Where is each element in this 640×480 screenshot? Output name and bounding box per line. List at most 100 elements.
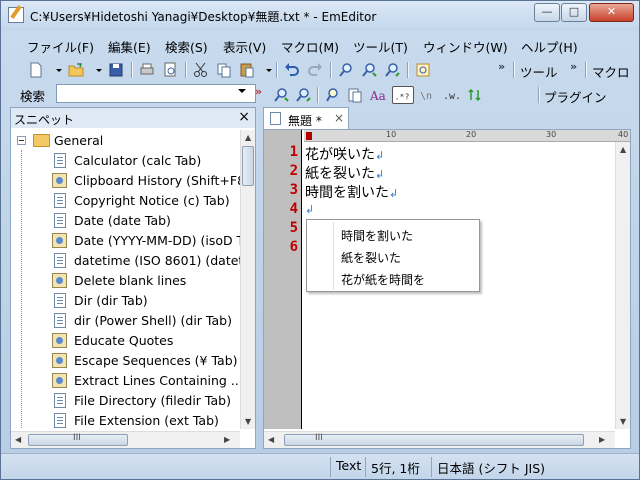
snippet-item[interactable]: datetime (ISO 8601) (datet bbox=[11, 251, 240, 271]
snippet-item[interactable]: File Extension (ext Tab) bbox=[11, 411, 240, 429]
macro-icon bbox=[52, 173, 67, 188]
find-next-icon[interactable] bbox=[360, 61, 378, 79]
snippet-item[interactable]: Delete blank lines bbox=[11, 271, 240, 291]
line-number-gutter: 1 2 3 4 5 6 bbox=[264, 130, 301, 429]
panel-vscroll-thumb[interactable] bbox=[242, 146, 254, 186]
panel-vertical-scrollbar[interactable]: ▲ ▼ bbox=[240, 130, 255, 429]
minimize-button[interactable]: — bbox=[534, 3, 560, 22]
line-text: 花が咲いた bbox=[305, 147, 375, 163]
paste-icon[interactable] bbox=[238, 61, 256, 79]
status-encoding[interactable]: 日本語 (シフト JIS) bbox=[432, 458, 550, 476]
snippet-item[interactable]: Date (date Tab) bbox=[11, 211, 240, 231]
snippet-item[interactable]: Dir (dir Tab) bbox=[11, 291, 240, 311]
menu-search[interactable]: 検索(S) bbox=[165, 37, 208, 56]
cut-icon[interactable] bbox=[192, 61, 210, 79]
scroll-down-icon[interactable]: ▼ bbox=[620, 417, 626, 426]
toolbar-overflow-icon[interactable]: » bbox=[498, 60, 505, 73]
search-input[interactable] bbox=[56, 84, 256, 103]
find-in-files-icon[interactable] bbox=[414, 61, 432, 79]
collapse-toggle-icon[interactable] bbox=[17, 136, 26, 145]
maximize-button[interactable]: □ bbox=[561, 3, 587, 22]
editor-horizontal-scrollbar[interactable]: ◀ III ▶ bbox=[264, 431, 615, 448]
open-folder-icon[interactable] bbox=[67, 61, 85, 79]
eol-mark-icon: ↲ bbox=[375, 168, 385, 181]
new-dropdown-icon[interactable] bbox=[50, 61, 62, 79]
status-mode[interactable]: Text bbox=[331, 458, 366, 476]
find-prev-icon[interactable] bbox=[383, 61, 401, 79]
find-icon[interactable] bbox=[337, 61, 355, 79]
scroll-left-icon[interactable]: ◀ bbox=[15, 435, 21, 444]
snippet-item[interactable]: Clipboard History (Shift+F8) bbox=[11, 171, 240, 191]
scroll-down-icon[interactable]: ▼ bbox=[245, 417, 251, 426]
menu-window[interactable]: ウィンドウ(W) bbox=[423, 37, 508, 56]
close-button[interactable]: ✕ bbox=[589, 3, 634, 22]
menu-edit[interactable]: 編集(E) bbox=[108, 37, 151, 56]
snippet-item[interactable]: dir (Power Shell) (dir Tab) bbox=[11, 311, 240, 331]
menu-tools[interactable]: ツール(T) bbox=[353, 37, 408, 56]
highlight-icon[interactable] bbox=[324, 86, 342, 104]
scroll-right-icon[interactable]: ▶ bbox=[599, 435, 605, 444]
snippet-item[interactable]: Educate Quotes bbox=[11, 331, 240, 351]
undo-icon[interactable] bbox=[283, 61, 301, 79]
search-next-icon[interactable] bbox=[272, 86, 290, 104]
snippet-item[interactable]: Date (YYYY-MM-DD) (isoD T bbox=[11, 231, 240, 251]
open-dropdown-icon[interactable] bbox=[90, 61, 102, 79]
tools-overflow-icon[interactable]: » bbox=[570, 60, 577, 73]
search-prev-icon[interactable] bbox=[294, 86, 312, 104]
search-swap-icon[interactable] bbox=[466, 86, 484, 104]
redo-icon[interactable] bbox=[306, 61, 324, 79]
snippet-item[interactable]: Extract Lines Containing ... bbox=[11, 371, 240, 391]
paste-dropdown-icon[interactable] bbox=[260, 61, 272, 79]
editor-hscroll-thumb[interactable]: III bbox=[284, 433, 584, 446]
search-dropdown-icon[interactable] bbox=[238, 89, 246, 93]
tab-close-icon[interactable]: × bbox=[334, 111, 344, 125]
folder-icon bbox=[33, 134, 50, 147]
snippet-item[interactable]: Calculator (calc Tab) bbox=[11, 151, 240, 171]
search-overflow-icon[interactable]: » bbox=[255, 85, 262, 98]
scroll-right-icon[interactable]: ▶ bbox=[224, 435, 230, 444]
editor-vertical-scrollbar[interactable]: ▲ ▼ bbox=[615, 142, 630, 429]
match-case-icon[interactable]: Aa bbox=[368, 86, 386, 104]
macro-icon bbox=[52, 273, 67, 288]
snippet-label: File Extension (ext Tab) bbox=[74, 413, 219, 428]
document-tab[interactable]: 無題 * × bbox=[263, 107, 349, 129]
scroll-up-icon[interactable]: ▲ bbox=[620, 145, 626, 154]
title-bar: C:¥Users¥Hidetoshi Yanagi¥Desktop¥無題.txt… bbox=[1, 1, 639, 31]
menu-help[interactable]: ヘルプ(H) bbox=[521, 37, 578, 56]
completion-item[interactable]: 紙を裂いた bbox=[341, 249, 401, 266]
new-file-icon[interactable] bbox=[27, 61, 45, 79]
copy-icon[interactable] bbox=[215, 61, 233, 79]
ruler-label: 10 bbox=[386, 130, 397, 139]
macro-icon bbox=[52, 353, 67, 368]
tree-folder-general[interactable]: General bbox=[11, 131, 240, 151]
svg-text:Aa: Aa bbox=[369, 89, 386, 103]
snippet-item[interactable]: File Directory (filedir Tab) bbox=[11, 391, 240, 411]
print-preview-icon[interactable] bbox=[161, 61, 179, 79]
tools-toolbar-label[interactable]: ツール bbox=[520, 62, 558, 81]
snippet-item[interactable]: Escape Sequences (¥ Tab) bbox=[11, 351, 240, 371]
scroll-up-icon[interactable]: ▲ bbox=[245, 133, 251, 142]
ruler-label: 20 bbox=[466, 130, 477, 139]
search-docs-icon[interactable] bbox=[346, 86, 364, 104]
document-icon bbox=[54, 413, 66, 428]
save-icon[interactable] bbox=[107, 61, 125, 79]
plugins-toolbar-label[interactable]: プラグイン bbox=[544, 87, 607, 106]
panel-horizontal-scrollbar[interactable]: ◀ III ▶ bbox=[11, 431, 240, 448]
completion-item[interactable]: 花が紙を時間を bbox=[341, 271, 425, 288]
panel-close-icon[interactable]: × bbox=[238, 109, 250, 125]
menu-file[interactable]: ファイル(F) bbox=[27, 37, 94, 56]
menu-view[interactable]: 表示(V) bbox=[223, 37, 266, 56]
macro-toolbar-label[interactable]: マクロ bbox=[592, 62, 630, 81]
main-toolbar: » ツール » マクロ bbox=[10, 58, 630, 82]
line-text: 時間を割いた bbox=[305, 185, 389, 201]
snippet-item[interactable]: Copyright Notice (c) Tab) bbox=[11, 191, 240, 211]
scroll-left-icon[interactable]: ◀ bbox=[268, 435, 274, 444]
menu-macro[interactable]: マクロ(M) bbox=[281, 37, 339, 56]
panel-hscroll-thumb[interactable]: III bbox=[28, 433, 128, 446]
status-position[interactable]: 5行, 1桁 bbox=[366, 458, 425, 476]
regex-icon[interactable]: .*? bbox=[392, 86, 414, 104]
completion-item[interactable]: 時間を割いた bbox=[341, 227, 413, 244]
whole-word-icon[interactable]: .w. bbox=[442, 86, 461, 104]
print-icon[interactable] bbox=[138, 61, 156, 79]
escape-seq-icon[interactable]: \n bbox=[418, 86, 436, 104]
